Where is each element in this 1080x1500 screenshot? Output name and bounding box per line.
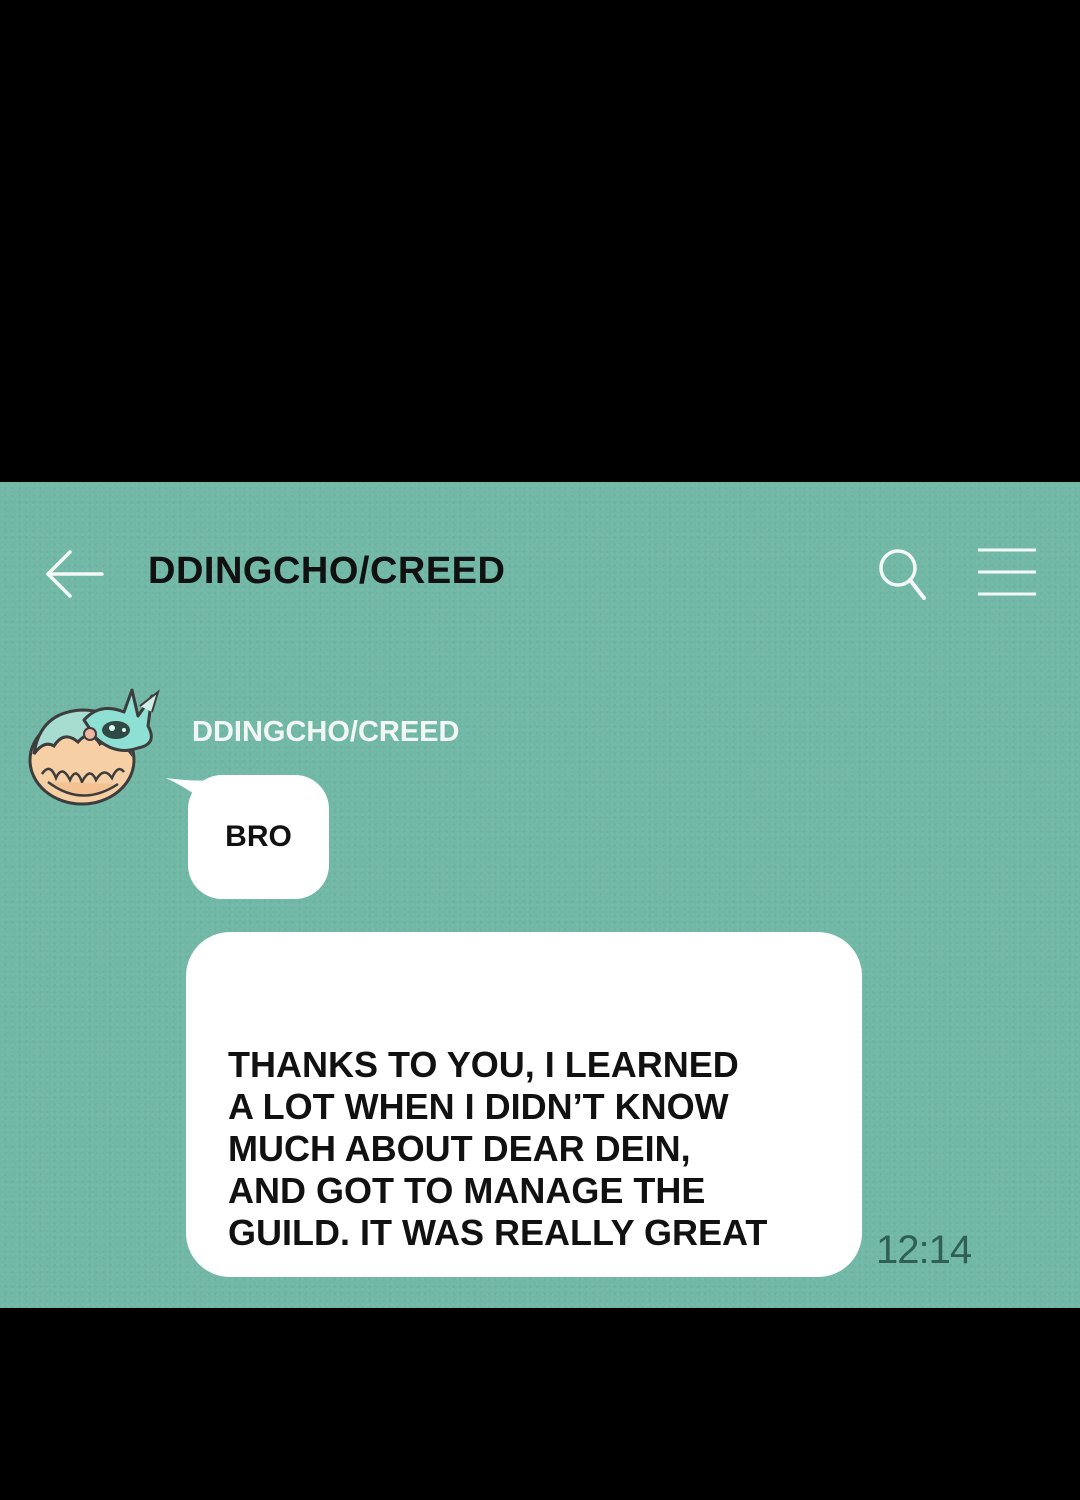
message-text: THANKS TO YOU, I LEARNED A LOT WHEN I DI… (228, 1044, 768, 1253)
character-avatar-icon (28, 688, 160, 806)
message-timestamp: 12:14 (876, 1228, 972, 1272)
sender-name: DDINGCHO/CREED (192, 716, 460, 748)
screen-frame: DDINGCHO/CREED DDINGCHO/CREED BRO THANKS… (0, 0, 1080, 1500)
search-button[interactable] (872, 542, 936, 606)
hamburger-menu-icon (978, 548, 1036, 596)
menu-button[interactable] (974, 546, 1040, 598)
message-text: BRO (225, 820, 292, 853)
chat-title: DDINGCHO/CREED (148, 550, 506, 592)
message-bubble-bro[interactable]: BRO (188, 775, 329, 899)
search-icon (879, 549, 926, 600)
bottom-letterbox (0, 1308, 1080, 1500)
avatar[interactable] (20, 682, 165, 812)
message-bubble-thanks[interactable]: THANKS TO YOU, I LEARNED A LOT WHEN I DI… (186, 932, 862, 1277)
arrow-left-icon (46, 550, 104, 598)
chat-window: DDINGCHO/CREED DDINGCHO/CREED BRO THANKS… (0, 482, 1080, 1308)
top-letterbox (0, 0, 1080, 482)
back-button[interactable] (40, 544, 110, 604)
